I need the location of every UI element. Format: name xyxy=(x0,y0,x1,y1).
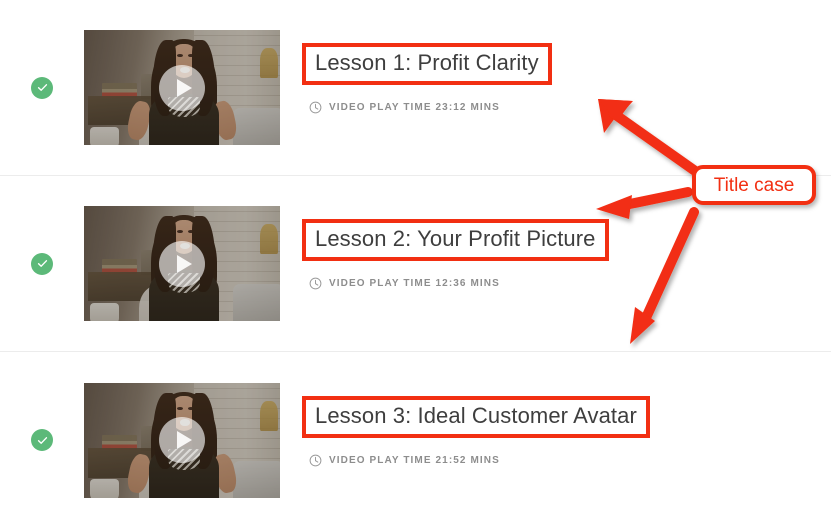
lesson-text-cell: Lesson 3: Ideal Customer Avatar VIDEO PL… xyxy=(280,395,831,485)
lesson-duration-text: VIDEO PLAY TIME 12:36 MINS xyxy=(329,278,500,289)
lesson-meta: VIDEO PLAY TIME 12:36 MINS xyxy=(309,277,831,290)
clock-icon xyxy=(309,277,329,290)
lesson-status-cell xyxy=(0,76,84,99)
lesson-thumbnail-cell xyxy=(84,30,280,145)
lesson-list: Lesson 1: Profit Clarity VIDEO PLAY TIME… xyxy=(0,0,831,528)
video-thumbnail[interactable] xyxy=(84,206,280,321)
lesson-title-highlight: Lesson 3: Ideal Customer Avatar xyxy=(302,395,650,438)
clock-icon xyxy=(309,454,329,467)
lesson-meta: VIDEO PLAY TIME 23:12 MINS xyxy=(309,101,831,114)
lesson-title-highlight: Lesson 2: Your Profit Picture xyxy=(302,219,609,261)
play-icon[interactable] xyxy=(159,64,205,111)
lesson-title[interactable]: Lesson 2: Your Profit Picture xyxy=(315,225,596,253)
lesson-row[interactable]: Lesson 3: Ideal Customer Avatar VIDEO PL… xyxy=(0,352,831,528)
lesson-thumbnail-cell xyxy=(84,382,280,498)
video-thumbnail[interactable] xyxy=(84,382,280,498)
clock-icon xyxy=(309,101,329,114)
video-thumbnail[interactable] xyxy=(84,30,280,145)
lesson-row[interactable]: Lesson 2: Your Profit Picture VIDEO PLAY… xyxy=(0,176,831,352)
lesson-title-highlight: Lesson 1: Profit Clarity xyxy=(302,43,552,85)
lesson-status-cell xyxy=(0,252,84,275)
lesson-text-cell: Lesson 2: Your Profit Picture VIDEO PLAY… xyxy=(280,219,831,308)
lesson-row[interactable]: Lesson 1: Profit Clarity VIDEO PLAY TIME… xyxy=(0,0,831,176)
check-icon xyxy=(31,76,53,99)
lesson-meta: VIDEO PLAY TIME 21:52 MINS xyxy=(309,454,831,467)
lesson-title[interactable]: Lesson 3: Ideal Customer Avatar xyxy=(315,402,637,430)
check-icon xyxy=(31,252,53,275)
lesson-title[interactable]: Lesson 1: Profit Clarity xyxy=(315,49,539,77)
lesson-text-cell: Lesson 1: Profit Clarity VIDEO PLAY TIME… xyxy=(280,43,831,132)
lesson-thumbnail-cell xyxy=(84,206,280,321)
lesson-duration-text: VIDEO PLAY TIME 21:52 MINS xyxy=(329,454,500,466)
lesson-status-cell xyxy=(0,429,84,451)
play-icon[interactable] xyxy=(159,240,205,287)
play-icon[interactable] xyxy=(159,417,205,463)
check-icon xyxy=(31,429,53,451)
lesson-duration-text: VIDEO PLAY TIME 23:12 MINS xyxy=(329,102,500,113)
